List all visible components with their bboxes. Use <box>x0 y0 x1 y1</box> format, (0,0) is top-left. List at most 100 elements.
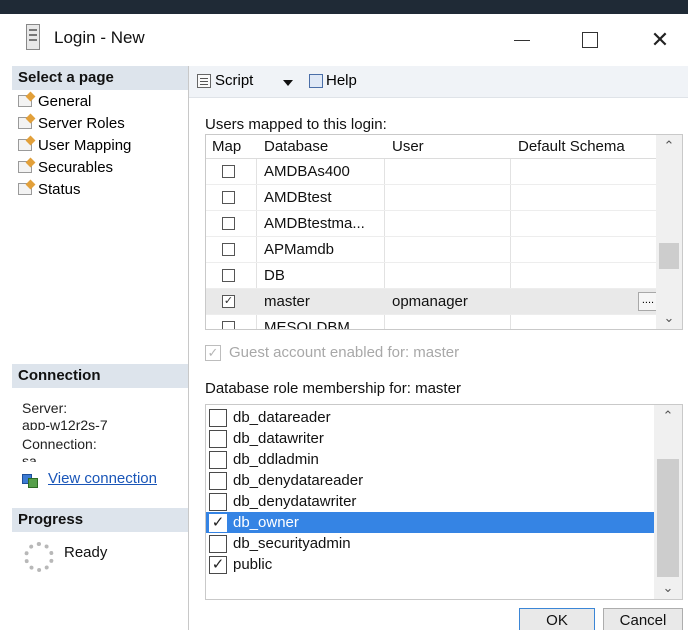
close-button[interactable]: ✕ <box>638 24 682 56</box>
page-label: General <box>38 92 92 110</box>
list-item[interactable]: db_denydatareader <box>206 470 654 491</box>
map-checkbox[interactable] <box>222 191 235 204</box>
database-cell: AMDBtestma... <box>264 215 365 232</box>
table-row[interactable]: AMDBtest <box>206 185 658 211</box>
view-connection-link[interactable]: View connection <box>22 470 157 488</box>
database-cell: AMDBAs400 <box>264 163 350 180</box>
map-checkbox[interactable]: ✓ <box>222 295 235 308</box>
connection-value: sa <box>22 454 37 462</box>
window-title: Login - New <box>54 28 145 47</box>
chevron-down-icon[interactable]: ⌄ <box>656 307 682 329</box>
map-checkbox[interactable] <box>222 217 235 230</box>
page-wrench-icon <box>18 117 32 129</box>
list-item[interactable]: db_datareader <box>206 407 654 428</box>
chevron-up-icon[interactable]: ⌃ <box>654 405 682 427</box>
page-label: User Mapping <box>38 136 132 154</box>
minimize-button[interactable] <box>500 24 544 56</box>
column-header-default-schema[interactable]: Default Schema <box>518 138 625 155</box>
page-wrench-icon <box>18 139 32 151</box>
page-general[interactable]: General <box>18 90 91 112</box>
role-checkbox[interactable] <box>209 471 227 490</box>
page-wrench-icon <box>18 161 32 173</box>
left-pane: Select a page General Server Roles User … <box>12 66 189 630</box>
scrollbar-thumb[interactable] <box>657 459 679 577</box>
chevron-up-icon[interactable]: ⌃ <box>656 135 682 157</box>
database-cell: AMDBtest <box>264 189 332 206</box>
database-cell: MESQLDBM <box>264 319 350 330</box>
select-page-header: Select a page <box>12 66 188 90</box>
right-pane: Script Help Users mapped to this login: … <box>189 66 688 630</box>
role-name: db_ddladmin <box>233 451 319 468</box>
role-checkbox[interactable] <box>209 408 227 427</box>
script-button[interactable]: Script <box>197 72 253 89</box>
table-row[interactable]: AMDBtestma... <box>206 211 658 237</box>
database-cell: DB <box>264 267 285 284</box>
role-list-scrollbar[interactable]: ⌃ ⌄ <box>654 405 682 599</box>
users-grid-scrollbar[interactable]: ⌃ ⌄ <box>656 135 682 329</box>
table-row[interactable]: MESQLDBM <box>206 315 658 330</box>
page-user-mapping[interactable]: User Mapping <box>18 134 131 156</box>
script-icon <box>197 73 211 88</box>
role-membership-label: Database role membership for: master <box>205 380 461 397</box>
guest-account-checkbox: ✓ Guest account enabled for: master <box>205 344 459 361</box>
role-name: db_owner <box>233 514 299 531</box>
page-wrench-icon <box>18 95 32 107</box>
role-checkbox[interactable]: ✓ <box>209 555 227 574</box>
table-row[interactable]: DB <box>206 263 658 289</box>
help-label: Help <box>326 72 357 89</box>
grid-header: Map Database User Default Schema <box>206 135 658 159</box>
user-cell[interactable]: opmanager <box>392 293 468 310</box>
role-checkbox[interactable] <box>209 450 227 469</box>
maximize-icon <box>582 32 598 48</box>
list-item[interactable]: db_securityadmin <box>206 533 654 554</box>
role-name: db_securityadmin <box>233 535 351 552</box>
connection-label: Connection: <box>22 436 97 452</box>
list-item[interactable]: ✓ public <box>206 554 654 575</box>
progress-header: Progress <box>12 508 188 532</box>
list-item[interactable]: db_ddladmin <box>206 449 654 470</box>
page-securables[interactable]: Securables <box>18 156 113 178</box>
ok-button[interactable]: OK <box>519 608 595 630</box>
role-membership-list[interactable]: db_datareader db_datawriter db_ddladmin … <box>205 404 683 600</box>
server-value: app-w12r2s-7 <box>22 418 108 430</box>
role-checkbox[interactable] <box>209 492 227 511</box>
map-checkbox[interactable] <box>222 243 235 256</box>
chevron-down-icon[interactable]: ⌄ <box>654 577 682 599</box>
page-server-roles[interactable]: Server Roles <box>18 112 125 134</box>
role-name: db_denydatawriter <box>233 493 357 510</box>
page-status[interactable]: Status <box>18 178 81 200</box>
guest-account-label: Guest account enabled for: master <box>229 344 460 361</box>
connection-properties-icon <box>22 472 38 488</box>
page-wrench-icon <box>18 183 32 195</box>
script-dropdown-icon[interactable] <box>283 80 293 86</box>
role-checkbox[interactable]: ✓ <box>209 513 227 532</box>
login-new-window: Login - New ✕ Select a page General Serv… <box>12 14 688 630</box>
column-header-database[interactable]: Database <box>264 138 328 155</box>
close-icon: ✕ <box>650 27 670 52</box>
role-name: db_datareader <box>233 409 331 426</box>
title-bar: Login - New ✕ <box>12 14 688 66</box>
document-icon <box>26 24 40 50</box>
table-row[interactable]: ✓ master opmanager .... <box>206 289 658 315</box>
maximize-button[interactable] <box>568 24 612 56</box>
column-header-user[interactable]: User <box>392 138 424 155</box>
help-button[interactable]: Help <box>309 72 357 89</box>
role-name: db_denydatareader <box>233 472 364 489</box>
list-item[interactable]: ✓ db_owner <box>206 512 654 533</box>
table-row[interactable]: AMDBAs400 <box>206 159 658 185</box>
minimize-icon <box>514 39 530 41</box>
map-checkbox[interactable] <box>222 165 235 178</box>
map-checkbox[interactable] <box>222 269 235 282</box>
users-mapped-grid[interactable]: Map Database User Default Schema AMDBAs4… <box>205 134 683 330</box>
list-item[interactable]: db_denydatawriter <box>206 491 654 512</box>
role-checkbox[interactable] <box>209 534 227 553</box>
table-row[interactable]: APMamdb <box>206 237 658 263</box>
browse-schema-button[interactable]: .... <box>638 292 658 311</box>
script-label: Script <box>215 72 254 89</box>
scrollbar-thumb[interactable] <box>659 243 679 269</box>
map-checkbox[interactable] <box>222 321 235 329</box>
column-header-map[interactable]: Map <box>212 138 241 155</box>
cancel-button[interactable]: Cancel <box>603 608 683 630</box>
role-checkbox[interactable] <box>209 429 227 448</box>
list-item[interactable]: db_datawriter <box>206 428 654 449</box>
